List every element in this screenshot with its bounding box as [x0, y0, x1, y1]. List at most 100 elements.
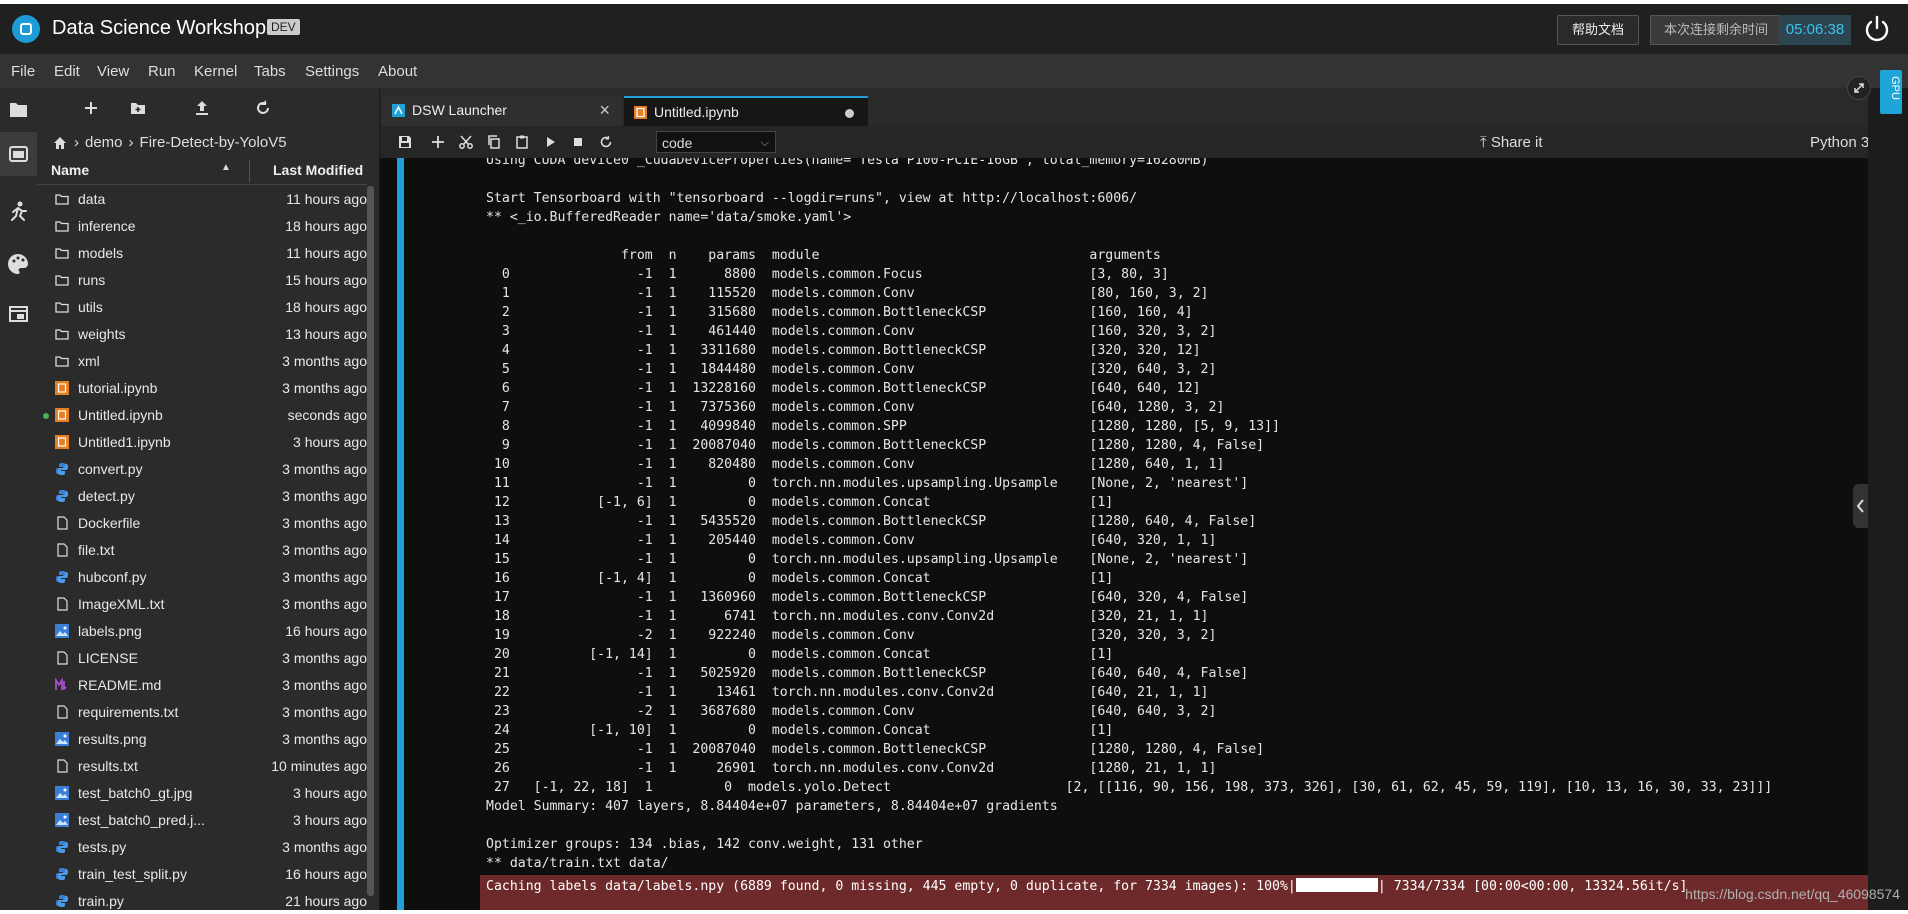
sort-ascending-icon[interactable]: ▲	[221, 162, 231, 173]
share-button[interactable]: ⤒ Share it	[1480, 134, 1543, 151]
menu-kernel[interactable]: Kernel	[194, 63, 237, 80]
gpu-panel-tab[interactable]: GPU	[1880, 70, 1902, 114]
python-icon	[55, 894, 69, 908]
folder-icon	[55, 327, 69, 341]
file-row[interactable]: xml 3 months ago	[37, 348, 367, 375]
tab-untitled-ipynb[interactable]: Untitled.ipynb	[624, 96, 868, 126]
home-icon[interactable]	[52, 135, 68, 151]
upload-icon[interactable]	[192, 98, 212, 118]
file-row[interactable]: detect.py 3 months ago	[37, 483, 367, 510]
file-modified: 21 hours ago	[285, 893, 367, 909]
insert-cell-icon[interactable]	[430, 134, 446, 150]
file-name: convert.py	[78, 461, 143, 477]
restart-kernel-icon[interactable]	[598, 134, 614, 150]
file-row[interactable]: train_test_split.py 16 hours ago	[37, 861, 367, 888]
output-line: 21 -1 1 5025920 models.common.Bottleneck…	[486, 666, 1249, 681]
output-line: 2 -1 1 315680 models.common.BottleneckCS…	[486, 305, 1193, 320]
copy-icon[interactable]	[486, 134, 502, 150]
file-row[interactable]: test_batch0_pred.j... 3 hours ago	[37, 807, 367, 834]
save-icon[interactable]	[397, 134, 413, 150]
output-line: 0 -1 1 8800 models.common.Focus [3, 80, …	[486, 267, 1169, 282]
watermark-url: https://blog.csdn.net/qq_46098574	[1685, 886, 1900, 902]
name-column-header[interactable]: Name	[51, 162, 89, 178]
file-row[interactable]: test_batch0_gt.jpg 3 hours ago	[37, 780, 367, 807]
cell-collapser[interactable]	[397, 158, 404, 910]
menu-view[interactable]: View	[97, 63, 129, 80]
run-cell-icon[interactable]	[542, 134, 558, 150]
runner-icon[interactable]	[0, 190, 37, 234]
file-row[interactable]: inference 18 hours ago	[37, 213, 367, 240]
help-docs-button[interactable]: 帮助文档	[1557, 15, 1639, 45]
file-row[interactable]: runs 15 hours ago	[37, 267, 367, 294]
file-row[interactable]: weights 13 hours ago	[37, 321, 367, 348]
file-row[interactable]: data 11 hours ago	[37, 186, 367, 213]
stdout-text: Using CUDA device0 _CudaDeviceProperties…	[486, 158, 1772, 873]
file-row[interactable]: README.md 3 months ago	[37, 672, 367, 699]
file-browser-scrollbar[interactable]	[367, 186, 374, 896]
file-name: test_batch0_gt.jpg	[78, 785, 193, 801]
file-row[interactable]: results.png 3 months ago	[37, 726, 367, 753]
output-line: 14 -1 1 205440 models.common.Conv [640, …	[486, 533, 1217, 548]
palette-icon[interactable]	[0, 242, 37, 286]
stop-kernel-icon[interactable]	[570, 134, 586, 150]
stderr-output: Caching labels data/labels.npy (6889 fou…	[480, 875, 1868, 910]
file-row[interactable]: Untitled.ipynb seconds ago	[37, 402, 367, 429]
file-row[interactable]: file.txt 3 months ago	[37, 537, 367, 564]
python-icon	[55, 840, 69, 854]
output-line: 5 -1 1 1844480 models.common.Conv [320, …	[486, 362, 1217, 377]
file-row[interactable]: train.py 21 hours ago	[37, 888, 367, 910]
file-name: inference	[78, 218, 136, 234]
cut-icon[interactable]	[458, 134, 474, 150]
file-row[interactable]: results.txt 10 minutes ago	[37, 753, 367, 780]
breadcrumb-demo[interactable]: demo	[85, 134, 123, 151]
folder-icon[interactable]	[0, 88, 37, 132]
launcher-icon	[392, 104, 405, 117]
tabs-panel-icon[interactable]	[0, 292, 37, 336]
last-modified-column-header[interactable]: Last Modified	[273, 162, 363, 178]
file-row[interactable]: convert.py 3 months ago	[37, 456, 367, 483]
menu-settings[interactable]: Settings	[305, 63, 359, 80]
file-row[interactable]: utils 18 hours ago	[37, 294, 367, 321]
breadcrumb-current-folder[interactable]: Fire-Detect-by-YoloV5	[140, 134, 287, 151]
power-icon[interactable]	[1862, 14, 1892, 44]
paste-icon[interactable]	[514, 134, 530, 150]
file-row[interactable]: labels.png 16 hours ago	[37, 618, 367, 645]
file-name: weights	[78, 326, 126, 342]
menu-edit[interactable]: Edit	[54, 63, 80, 80]
running-sessions-icon[interactable]	[0, 132, 37, 176]
output-line: 11 -1 1 0 torch.nn.modules.upsampling.Up…	[486, 476, 1249, 491]
page-bottom-edge	[0, 910, 1908, 914]
notebook-icon	[55, 408, 69, 422]
file-row[interactable]: hubconf.py 3 months ago	[37, 564, 367, 591]
menu-run[interactable]: Run	[148, 63, 176, 80]
file-row[interactable]: Untitled1.ipynb 3 hours ago	[37, 429, 367, 456]
kernel-name[interactable]: Python 3	[1810, 134, 1869, 151]
close-icon[interactable]: ×	[599, 100, 610, 121]
file-row[interactable]: tutorial.ipynb 3 months ago	[37, 375, 367, 402]
file-modified: 16 hours ago	[285, 866, 367, 882]
file-name: xml	[78, 353, 100, 369]
file-row[interactable]: ImageXML.txt 3 months ago	[37, 591, 367, 618]
file-row[interactable]: requirements.txt 3 months ago	[37, 699, 367, 726]
menu-tabs[interactable]: Tabs	[254, 63, 286, 80]
unsaved-indicator-icon[interactable]	[845, 109, 854, 118]
fullscreen-icon[interactable]	[1847, 76, 1871, 100]
new-folder-icon[interactable]	[128, 98, 148, 118]
tab-dsw-launcher[interactable]: DSW Launcher ×	[382, 96, 622, 126]
menu-file[interactable]: File	[11, 63, 35, 80]
file-modified: 3 hours ago	[293, 434, 367, 450]
column-divider[interactable]	[249, 160, 250, 182]
file-name: train_test_split.py	[78, 866, 187, 882]
menu-about[interactable]: About	[378, 63, 417, 80]
new-launcher-icon[interactable]	[81, 98, 101, 118]
file-row[interactable]: Dockerfile 3 months ago	[37, 510, 367, 537]
folder-icon	[55, 246, 69, 260]
refresh-icon[interactable]	[253, 98, 273, 118]
collapse-panel-button[interactable]	[1853, 484, 1868, 528]
file-modified: 16 hours ago	[285, 623, 367, 639]
cell-type-select[interactable]: code ⌵	[656, 131, 776, 153]
file-row[interactable]: tests.py 3 months ago	[37, 834, 367, 861]
file-row[interactable]: LICENSE 3 months ago	[37, 645, 367, 672]
file-row[interactable]: models 11 hours ago	[37, 240, 367, 267]
file-modified: 3 months ago	[282, 731, 367, 747]
